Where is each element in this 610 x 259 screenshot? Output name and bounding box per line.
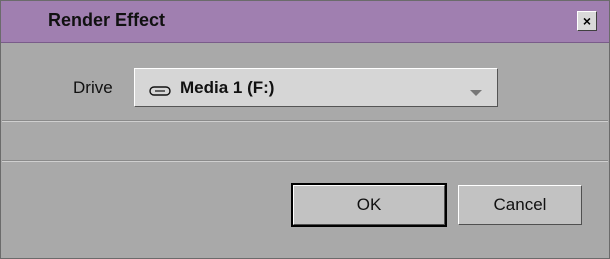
render-effect-dialog: Render Effect × Drive Media 1 (F:) OK Ca… [0, 0, 610, 259]
ok-button[interactable]: OK [291, 183, 447, 227]
close-icon: × [582, 13, 592, 29]
title-bar[interactable]: Render Effect × [1, 1, 609, 43]
chevron-down-icon [469, 84, 483, 102]
drive-icon [149, 83, 171, 101]
cancel-button[interactable]: Cancel [458, 185, 582, 225]
drive-select[interactable]: Media 1 (F:) [134, 68, 498, 107]
separator [2, 160, 608, 162]
dialog-title: Render Effect [48, 10, 166, 30]
separator [2, 120, 608, 122]
drive-selected-value: Media 1 (F:) [180, 78, 275, 97]
close-button[interactable]: × [577, 11, 597, 31]
drive-label: Drive [73, 78, 113, 97]
